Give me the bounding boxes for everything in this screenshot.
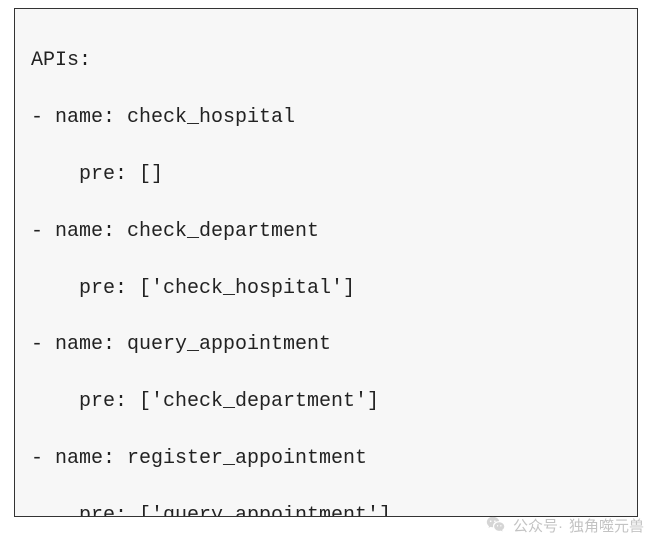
code-line: - name: register_appointment: [31, 445, 621, 473]
code-line: pre: ['check_hospital']: [31, 275, 621, 303]
code-line: - name: query_appointment: [31, 331, 621, 359]
code-line: pre: ['check_department']: [31, 388, 621, 416]
code-block: APIs: - name: check_hospital pre: [] - n…: [14, 8, 638, 517]
code-line: APIs:: [31, 47, 621, 75]
code-line: - name: check_department: [31, 218, 621, 246]
wechat-icon: [485, 514, 507, 536]
code-line: - name: check_hospital: [31, 104, 621, 132]
watermark: 公众号· 独角噬元兽: [485, 514, 644, 536]
code-line: pre: []: [31, 161, 621, 189]
watermark-account: 独角噬元兽: [569, 515, 644, 536]
watermark-prefix: 公众号·: [513, 515, 563, 536]
